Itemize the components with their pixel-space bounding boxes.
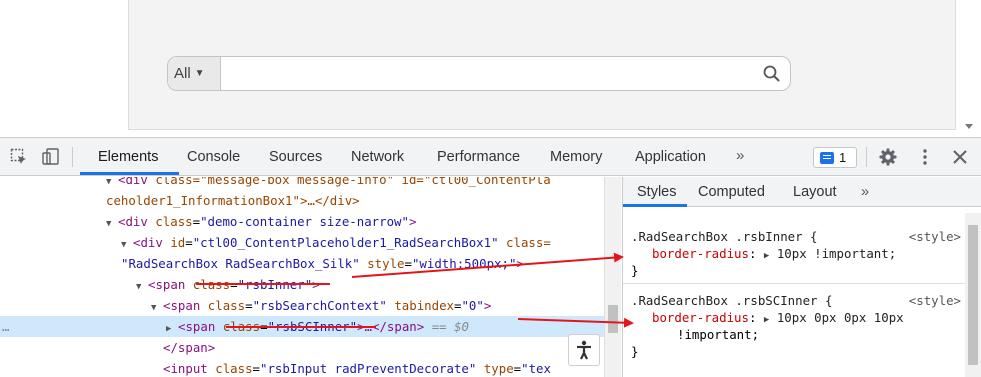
message-icon bbox=[820, 151, 834, 164]
expand-triangle-icon[interactable]: ▶ bbox=[764, 251, 769, 261]
dom-node-close-span[interactable]: </span> bbox=[0, 337, 604, 358]
inspect-element-icon[interactable] bbox=[9, 147, 29, 167]
dom-node[interactable]: ▼ <div class="message-box message-info" i… bbox=[0, 177, 604, 190]
search-context-dropdown[interactable]: All ▼ bbox=[168, 57, 221, 90]
more-tabs-button[interactable]: » bbox=[736, 138, 744, 176]
tab-computed[interactable]: Computed bbox=[698, 177, 765, 207]
issues-count: 1 bbox=[839, 150, 847, 165]
dom-node-radsearchbox[interactable]: ▼ <div id="ctl00_ContentPlaceholder1_RadS… bbox=[0, 232, 604, 253]
search-icon[interactable] bbox=[762, 64, 782, 84]
elements-scroll-thumb[interactable] bbox=[608, 305, 618, 333]
rule-divider bbox=[623, 283, 967, 284]
rule-header: .RadSearchBox .rsbSCInner { <style> bbox=[623, 292, 967, 309]
devtools-panel: Elements Console Sources Network Perform… bbox=[0, 137, 981, 377]
accessibility-icon[interactable] bbox=[568, 334, 600, 366]
caret-down-icon: ▼ bbox=[194, 68, 205, 79]
rule-close-brace: } bbox=[631, 344, 639, 359]
dom-node-radsearchbox-cont[interactable]: "RadSearchBox RadSearchBox_Silk" style="… bbox=[0, 253, 604, 274]
css-rule-rsbinner: .RadSearchBox .rsbInner { <style> border… bbox=[623, 228, 967, 279]
styles-sidebar: Styles Computed Layout » .RadSearchBox .… bbox=[622, 177, 981, 377]
close-icon[interactable] bbox=[950, 147, 970, 167]
node-actions-dots[interactable]: … bbox=[2, 316, 9, 337]
tab-styles[interactable]: Styles bbox=[637, 177, 677, 207]
styles-tab-bar: Styles Computed Layout » bbox=[623, 177, 981, 207]
expand-triangle-icon[interactable]: ▶ bbox=[764, 315, 769, 325]
css-value-important: !important; bbox=[677, 327, 760, 342]
tab-layout[interactable]: Layout bbox=[793, 177, 837, 207]
issues-button[interactable]: 1 bbox=[813, 147, 857, 168]
search-input[interactable] bbox=[222, 57, 752, 90]
tab-network[interactable]: Network bbox=[351, 138, 404, 176]
dom-node-rsbscinner-selected[interactable]: … ▶ <span class="rsbSCInner">…</span> == … bbox=[0, 316, 604, 337]
css-selector[interactable]: .RadSearchBox .rsbInner { bbox=[623, 229, 818, 244]
tab-elements[interactable]: Elements bbox=[98, 138, 158, 176]
css-declaration[interactable]: border-radius: ▶ 10px !important; bbox=[623, 245, 967, 262]
styles-more-tabs-button[interactable]: » bbox=[861, 177, 869, 207]
dom-node-demo-container[interactable]: ▼ <div class="demo-container size-narrow"… bbox=[0, 211, 604, 232]
css-value[interactable]: 10px !important; bbox=[777, 246, 896, 261]
dom-node[interactable]: ceholder1_InformationBox1">…</div> bbox=[0, 190, 604, 211]
active-tab-indicator bbox=[80, 172, 179, 175]
devtools-toolbar: Elements Console Sources Network Perform… bbox=[0, 138, 981, 176]
dom-node-rsbinner[interactable]: ▼ <span class="rsbInner"> bbox=[0, 274, 604, 295]
scroll-down-arrow-icon[interactable] bbox=[965, 124, 973, 129]
css-declaration[interactable]: border-radius: ▶ 10px 0px 0px 10px bbox=[623, 309, 967, 326]
styles-scroll-thumb[interactable] bbox=[968, 225, 978, 365]
styles-scrollbar[interactable] bbox=[965, 213, 981, 377]
active-styles-tab-indicator bbox=[623, 204, 687, 207]
css-rule-rsbscinner: .RadSearchBox .rsbSCInner { <style> bord… bbox=[623, 292, 967, 360]
toolbar-divider bbox=[866, 147, 867, 167]
tab-memory[interactable]: Memory bbox=[550, 138, 602, 176]
kebab-menu-icon[interactable] bbox=[915, 147, 935, 167]
dom-node-rsbsearchcontext[interactable]: ▼ <span class="rsbSearchContext" tabindex… bbox=[0, 295, 604, 316]
device-toolbar-icon[interactable] bbox=[41, 147, 61, 167]
tab-performance[interactable]: Performance bbox=[437, 138, 520, 176]
elements-dom-tree: ▼ <div class="message-box message-info" i… bbox=[0, 177, 604, 377]
rad-search-box: All ▼ bbox=[167, 56, 791, 91]
settings-gear-icon[interactable] bbox=[878, 147, 898, 167]
tab-console[interactable]: Console bbox=[187, 138, 240, 176]
toolbar-divider bbox=[72, 147, 73, 167]
css-value[interactable]: 10px 0px 0px 10px bbox=[777, 310, 904, 325]
elements-scrollbar[interactable] bbox=[604, 177, 621, 377]
rule-source-link[interactable]: <style> bbox=[909, 228, 961, 245]
css-property[interactable]: border-radius bbox=[623, 246, 749, 261]
search-context-label: All bbox=[174, 65, 191, 82]
tab-application[interactable]: Application bbox=[635, 138, 706, 176]
css-property[interactable]: border-radius bbox=[623, 310, 749, 325]
css-selector[interactable]: .RadSearchBox .rsbSCInner { bbox=[623, 293, 832, 308]
page-scrollbar[interactable] bbox=[963, 0, 981, 137]
page-viewport: All ▼ bbox=[0, 0, 981, 137]
rule-header: .RadSearchBox .rsbInner { <style> bbox=[623, 228, 967, 245]
rule-close-brace: } bbox=[631, 263, 639, 278]
rule-source-link[interactable]: <style> bbox=[909, 292, 961, 309]
tab-sources[interactable]: Sources bbox=[269, 138, 322, 176]
dom-node-input[interactable]: <input class="rsbInput radPreventDecorat… bbox=[0, 358, 604, 377]
